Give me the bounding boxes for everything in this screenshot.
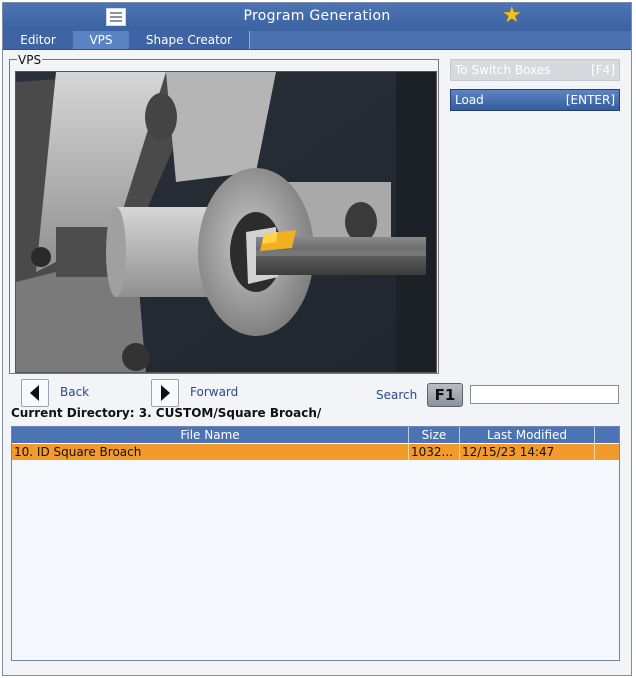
tab-bar: Editor VPS Shape Creator (3, 31, 631, 50)
f1-key-button[interactable]: F1 (427, 383, 463, 407)
search-input[interactable] (470, 385, 619, 404)
back-label[interactable]: Back (60, 385, 89, 399)
tab-vps[interactable]: VPS (73, 31, 130, 49)
vps-group-label: VPS (17, 53, 43, 67)
vps-preview-image (15, 71, 437, 373)
column-last-modified[interactable]: Last Modified (460, 427, 595, 443)
load-button[interactable]: Load [ENTER] (450, 89, 620, 111)
title-bar: Program Generation ★ (3, 3, 631, 31)
column-size[interactable]: Size (409, 427, 460, 443)
switch-boxes-button[interactable]: To Switch Boxes [F4] (450, 59, 620, 81)
forward-label[interactable]: Forward (190, 385, 238, 399)
tab-shape-creator[interactable]: Shape Creator (129, 31, 250, 49)
broach-tool-render (16, 72, 436, 372)
file-table-header: File Name Size Last Modified (12, 427, 619, 443)
back-arrow-icon[interactable] (21, 379, 49, 407)
file-name-cell: 10. ID Square Broach (12, 444, 409, 460)
search-label: Search (376, 388, 418, 402)
program-generation-window: Program Generation ★ Editor VPS Shape Cr… (2, 2, 632, 676)
file-modified-cell: 12/15/23 14:47 (460, 444, 595, 460)
file-table: File Name Size Last Modified 10. ID Squa… (11, 426, 620, 661)
table-row[interactable]: 10. ID Square Broach 1032... 12/15/23 14… (12, 444, 619, 460)
current-directory: Current Directory: 3. CUSTOM/Square Broa… (11, 406, 322, 420)
file-size-cell: 1032... (409, 444, 460, 460)
forward-arrow-icon[interactable] (151, 379, 179, 407)
star-icon[interactable]: ★ (502, 4, 522, 28)
window-title: Program Generation (243, 8, 391, 24)
column-file-name[interactable]: File Name (12, 427, 409, 443)
tab-editor[interactable]: Editor (3, 31, 74, 49)
